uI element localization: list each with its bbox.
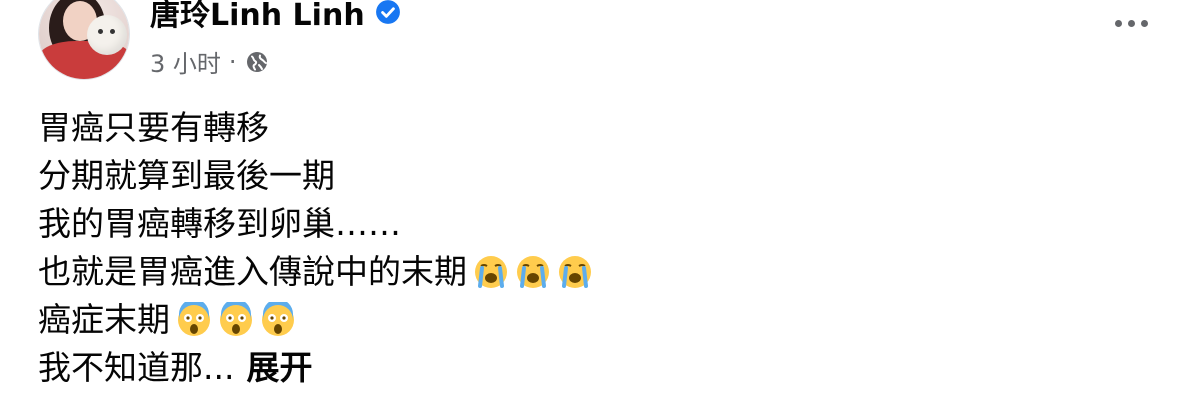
author-name[interactable]: 唐玲Linh Linh: [150, 0, 365, 34]
meta-separator: ·: [228, 47, 237, 76]
verified-badge-icon: [375, 0, 401, 25]
face-screaming-in-fear-icon: [260, 299, 296, 338]
ellipsis-icon: [1115, 20, 1122, 27]
post-line: 也就是胃癌進入傳說中的末期: [38, 248, 593, 296]
globe-icon[interactable]: [245, 50, 269, 74]
author-avatar[interactable]: [38, 0, 130, 80]
author-row: 唐玲Linh Linh: [150, 0, 401, 34]
post-line: 分期就算到最後一期: [38, 156, 335, 195]
face-screaming-in-fear-icon: [218, 299, 254, 338]
more-options-button[interactable]: [1115, 20, 1148, 27]
loudly-crying-face-icon: [557, 254, 593, 290]
post-line: 我的胃癌轉移到卵巢……: [38, 204, 401, 243]
post-line: 癌症末期: [38, 296, 593, 344]
post-timestamp[interactable]: 3 小时: [150, 44, 221, 79]
loudly-crying-face-icon: [473, 254, 509, 290]
loudly-crying-face-icon: [515, 254, 551, 290]
post-line: 我不知道那... 展开: [38, 344, 593, 392]
see-more-link[interactable]: 展开: [246, 344, 312, 392]
face-screaming-in-fear-icon: [176, 299, 212, 338]
post-meta: 3 小时 ·: [150, 44, 269, 79]
post-line: 胃癌只要有轉移: [38, 108, 269, 147]
post-body: 胃癌只要有轉移 分期就算到最後一期 我的胃癌轉移到卵巢…… 也就是胃癌進入傳說中…: [38, 104, 593, 392]
facebook-post: 唐玲Linh Linh 3 小时 · 胃癌只要有轉移 分期就算到最後一期 我的胃…: [0, 0, 1200, 403]
